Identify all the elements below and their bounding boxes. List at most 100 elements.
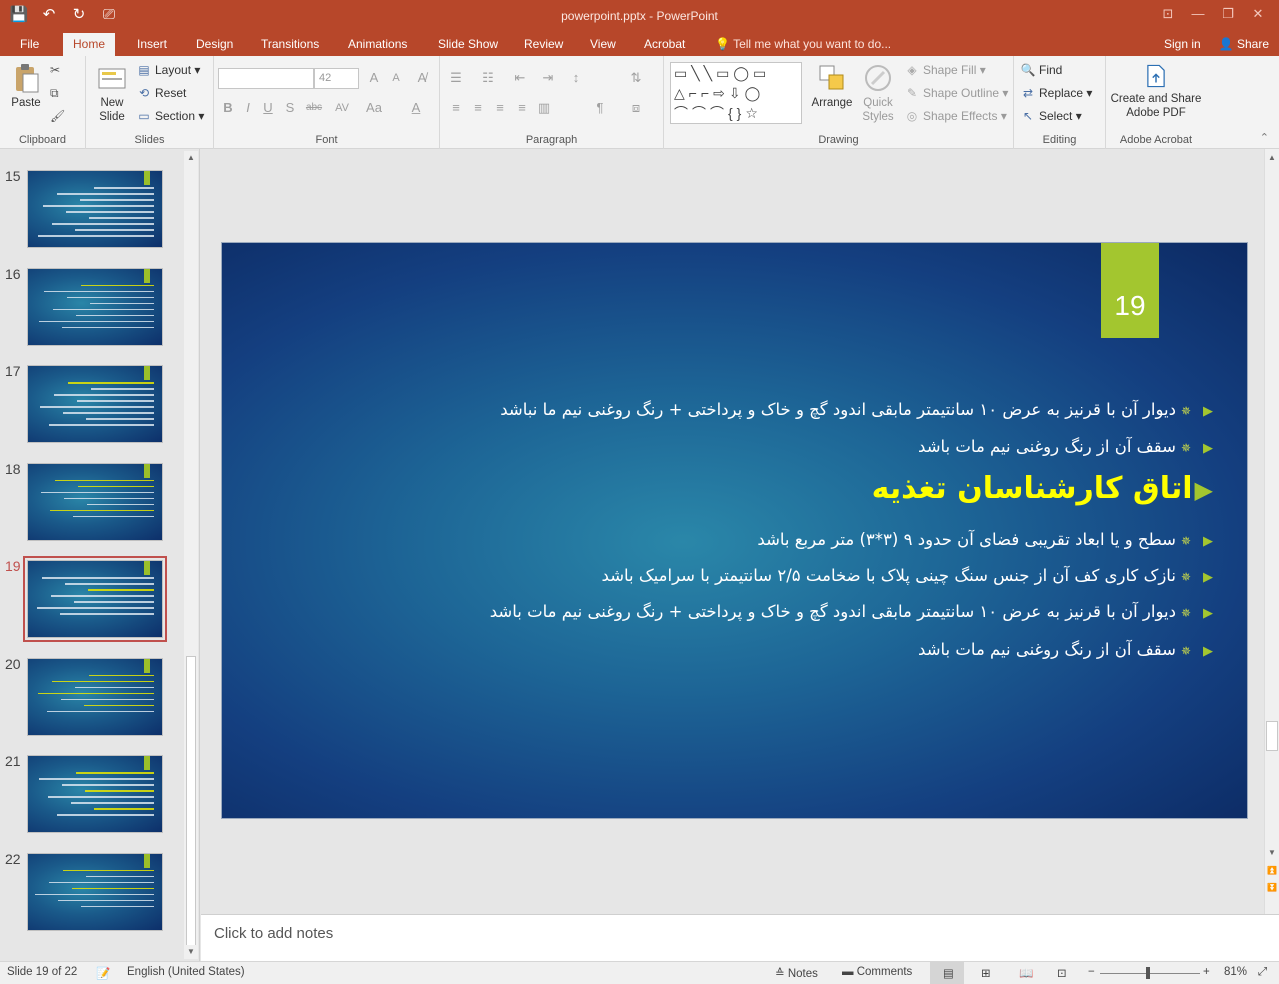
thumbnails-scrollbar[interactable]: ▲ ▼ [184,151,198,959]
char-spacing-button[interactable]: AV [332,98,352,118]
tell-me-box[interactable]: 💡 Tell me what you want to do... [705,33,901,56]
scroll-down-icon[interactable]: ▼ [1265,846,1279,860]
bullets-icon[interactable]: ☰ [446,68,466,88]
tab-acrobat[interactable]: Acrobat [634,33,695,56]
slide-thumbnail[interactable] [27,170,163,248]
bullet-line[interactable]: ▶ ✵ سطح و یا ابعاد تقریبی فضای آن حدود ۹ (… [757,530,1213,549]
tab-animations[interactable]: Animations [338,33,417,56]
cut-icon[interactable]: ✂ [50,60,60,80]
slide-thumbnail[interactable] [27,852,163,931]
shadow-button[interactable]: S [280,98,300,118]
spell-check-icon[interactable]: 📝 [96,966,110,980]
font-name-box[interactable] [218,68,314,89]
reset-button[interactable]: ⟲ Reset [136,83,186,103]
shape-fill-button[interactable]: ◈ Shape Fill ▾ [904,60,985,80]
tab-insert[interactable]: Insert [127,33,177,56]
bold-button[interactable]: B [218,98,238,118]
italic-button[interactable]: I [238,98,258,118]
fit-slide-icon[interactable]: ⤢ [1258,966,1267,979]
shape-effects-button[interactable]: ◎ Shape Effects ▾ [904,106,1007,126]
bullet-line[interactable]: ▶ ✵ سقف آن از رنگ روغنی نیم مات باشد [918,437,1213,456]
text-direction-icon[interactable]: ⇅ [626,68,646,88]
shrink-font-button[interactable]: A [386,68,406,88]
notes-toggle[interactable]: ≙ Notes [775,966,818,980]
reading-view-icon[interactable]: 📖 [1019,966,1033,980]
zoom-slider[interactable] [1100,973,1200,974]
smartart-icon[interactable]: ⧈ [626,98,646,118]
underline-button[interactable]: U [258,98,278,118]
numbering-icon[interactable]: ☷ [478,68,498,88]
arrange-button[interactable]: Arrange [808,62,856,110]
create-share-pdf-button[interactable]: Create and Share Adobe PDF [1108,62,1204,120]
change-case-button[interactable]: Aa [364,98,384,118]
grow-font-button[interactable]: A [364,68,384,88]
slide-thumbnail[interactable] [27,755,163,833]
scroll-up-icon[interactable]: ▲ [184,151,198,165]
comments-toggle[interactable]: ▬ Comments [842,966,912,978]
current-slide[interactable]: 19 ▶ ✵ دیوار آن با قرنیز به عرض ۱۰ سانتیمت… [221,242,1248,819]
find-button[interactable]: 🔍 Find [1020,60,1063,80]
tab-design[interactable]: Design [186,33,243,56]
tab-view[interactable]: View [580,33,626,56]
tab-slide-show[interactable]: Slide Show [428,33,508,56]
tab-file[interactable]: File [10,33,49,56]
language-indicator[interactable]: English (United States) [127,966,245,978]
font-size-box[interactable]: 42 [314,68,359,89]
scroll-up-icon[interactable]: ▲ [1265,151,1279,165]
slide-thumbnail[interactable] [27,462,163,541]
strikethrough-button[interactable]: abc [304,98,324,118]
slide-thumbnail[interactable] [23,556,167,642]
quick-styles-button[interactable]: Quick Styles [856,62,900,124]
ribbon-display-options-icon[interactable]: ⊡ [1153,2,1183,26]
align-left-icon[interactable]: ≡ [446,98,466,118]
select-button[interactable]: ↖ Select ▾ [1020,106,1082,126]
tab-transitions[interactable]: Transitions [251,33,329,56]
section-heading[interactable]: ▶اتاق کارشناسان تغذیه [872,471,1213,506]
new-slide-button[interactable]: New Slide [92,62,132,124]
align-center-icon[interactable]: ≡ [468,98,488,118]
tab-review[interactable]: Review [514,33,573,56]
increase-indent-icon[interactable]: ⇥ [538,68,558,88]
scroll-thumb[interactable] [186,656,196,946]
clear-formatting-icon[interactable]: A̸ [412,68,432,88]
section-button[interactable]: ▭ Section ▾ [136,106,204,126]
shapes-gallery[interactable]: ▭╲╲▭◯▭ △⌐⌐⇨⇩◯ ⌒⌒⌒{}☆ [670,62,802,124]
collapse-ribbon-icon[interactable]: ⌃ [1260,131,1269,144]
format-painter-icon[interactable]: 🖌 [50,106,65,126]
copy-icon[interactable]: ⧉ [50,83,59,103]
previous-slide-icon[interactable]: ⏫ [1265,864,1279,878]
zoom-slider-thumb[interactable] [1146,967,1150,979]
scroll-down-icon[interactable]: ▼ [184,945,198,959]
share-button[interactable]: 👤 Share [1219,33,1269,56]
editor-scrollbar[interactable]: ▲ ▼ ⏫ ⏬ [1264,149,1279,914]
slideshow-icon[interactable]: ⊡ [1057,966,1067,980]
scroll-thumb[interactable] [1266,721,1278,751]
tab-home[interactable]: Home [63,33,116,56]
bullet-line[interactable]: ▶ ✵ سقف آن از رنگ روغنی نیم مات باشد [918,640,1213,659]
next-slide-icon[interactable]: ⏬ [1265,881,1279,895]
decrease-indent-icon[interactable]: ⇤ [510,68,530,88]
bullet-line[interactable]: ▶ ✵ نازک کاری کف آن از جنس سنگ چینی پلاک ب… [602,566,1213,585]
slide-sorter-icon[interactable]: ⊞ [981,966,991,980]
line-spacing-icon[interactable]: ↕ [566,68,586,88]
zoom-out-button[interactable]: − [1088,966,1095,978]
close-button[interactable]: ✕ [1243,2,1273,26]
bullet-line[interactable]: ▶ ✵ دیوار آن با قرنیز به عرض ۱۰ سانتیمتر م… [500,400,1213,419]
slide-thumbnail[interactable] [27,657,163,736]
shape-outline-button[interactable]: ✎ Shape Outline ▾ [904,83,1008,103]
replace-button[interactable]: ⇄ Replace ▾ [1020,83,1092,103]
slide-thumbnail[interactable] [27,365,163,443]
bullet-line[interactable]: ▶ ✵ دیوار آن با قرنیز به عرض ۱۰ سانتیمتر م… [490,602,1213,621]
notes-pane[interactable]: Click to add notes [201,914,1279,961]
minimize-button[interactable]: — [1183,2,1213,26]
sign-in-link[interactable]: Sign in [1164,33,1201,56]
align-right-icon[interactable]: ≡ [490,98,510,118]
slide-thumbnail[interactable] [27,267,163,346]
paste-button[interactable]: Paste [6,62,46,110]
columns-icon[interactable]: ▥ [534,98,554,118]
justify-icon[interactable]: ≡ [512,98,532,118]
zoom-in-button[interactable]: + [1203,966,1210,978]
rtl-icon[interactable]: ¶ [590,98,610,118]
maximize-button[interactable]: ❐ [1213,2,1243,26]
zoom-level[interactable]: 81% [1224,966,1247,978]
